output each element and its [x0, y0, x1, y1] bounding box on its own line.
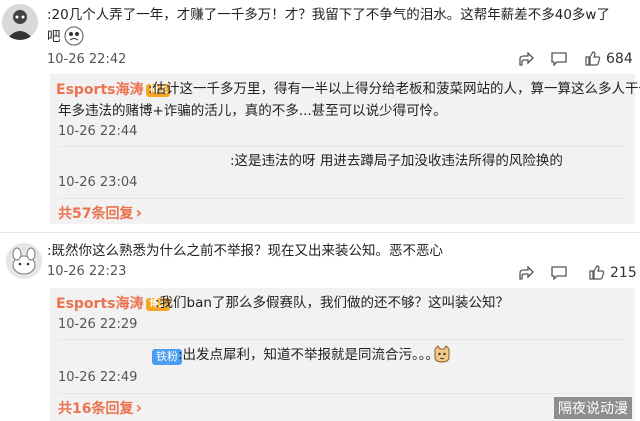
chevron-right-icon: ›: [135, 203, 143, 222]
reply-author-name[interactable]: Esports海涛: [56, 82, 143, 98]
divider: [58, 146, 628, 147]
reply-text: :估计这一千多万里，得有一半以上得分给老板和菠菜网站的人，算一算这么多人干一: [148, 81, 640, 97]
comment-icon[interactable]: [551, 52, 567, 66]
comment-text: :既然你这么熟悉为什么之前不举报？现在又出来装公知。恶不恶心: [47, 243, 444, 259]
avatar[interactable]: [2, 4, 38, 40]
like-icon[interactable]: [589, 265, 605, 280]
divider: [58, 393, 628, 394]
reply-time: 10-26 22:29: [58, 317, 138, 332]
reply-text-continued: 年多违法的赌博+诈骗的活儿，真的不多...甚至可以说少得可怜。: [58, 103, 447, 119]
reply-time: 10-26 23:04: [58, 175, 138, 190]
avatar[interactable]: [6, 243, 42, 279]
reply-text: :这是违法的呀 用进去蹲局子加没收违法所得的风险换的: [230, 153, 563, 169]
comment-icon[interactable]: [551, 266, 567, 280]
emoji-cat-icon: [432, 344, 452, 364]
watermark: 隔夜说动漫: [554, 397, 632, 419]
divider: [58, 339, 628, 340]
reply-text: :出发点犀利，知道不举报就是同流合污。。。: [178, 347, 440, 363]
like-count: 215: [610, 265, 637, 281]
reply-text: :我们ban了那么多假赛队，我们做的还不够？这叫装公知？: [155, 295, 509, 311]
share-icon[interactable]: [518, 266, 534, 280]
avatar-image: [2, 4, 38, 40]
comment-time: 10-26 22:23: [47, 264, 127, 279]
view-more-replies-label[interactable]: 共57条回复: [58, 206, 133, 222]
like-icon[interactable]: [585, 51, 601, 66]
comment-text: :20几个人弄了一年，才赚了一千多万！才？我留下了不争气的泪水。这帮年薪差不多4…: [47, 7, 610, 23]
reply-author-name[interactable]: Esports海涛: [56, 296, 143, 312]
reply-author[interactable]: Esports海涛 博主: [56, 293, 171, 313]
reply-time: 10-26 22:49: [58, 370, 138, 385]
view-more-replies-link[interactable]: 共16条回复 ›: [58, 398, 142, 418]
emoji-icon: [64, 26, 84, 46]
view-more-replies-label[interactable]: 共16条回复: [58, 401, 133, 417]
avatar-image: [6, 243, 42, 279]
divider: [58, 198, 628, 199]
share-icon[interactable]: [518, 52, 534, 66]
comment-text-continued: 吧: [47, 29, 61, 45]
like-count: 684: [606, 51, 633, 67]
thread-divider: [0, 232, 640, 233]
view-more-replies-link[interactable]: 共57条回复 ›: [58, 203, 142, 223]
chevron-right-icon: ›: [135, 398, 143, 417]
reply-time: 10-26 22:44: [58, 124, 138, 139]
comment-time: 10-26 22:42: [47, 52, 127, 67]
